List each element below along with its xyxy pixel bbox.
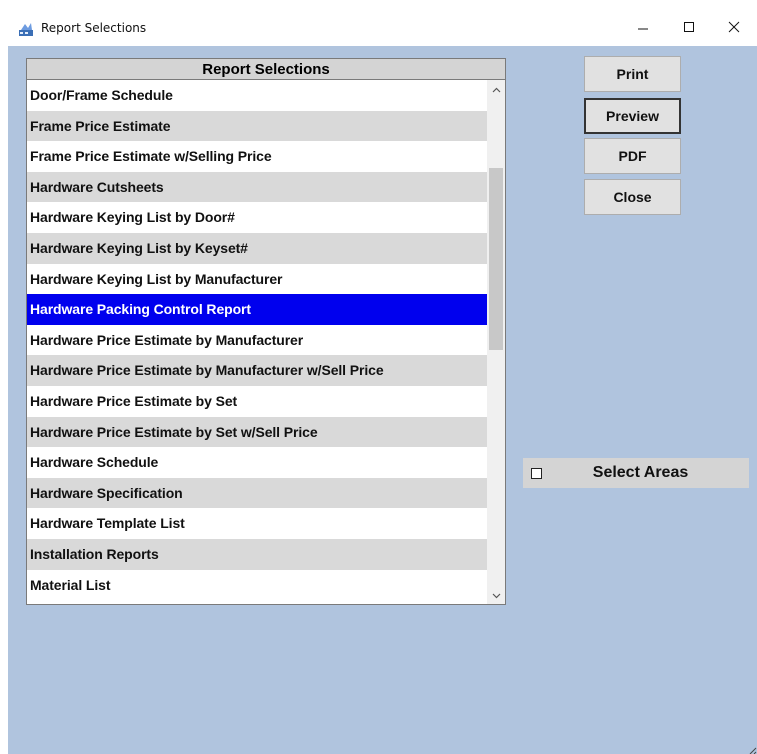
print-button[interactable]: Print	[584, 56, 681, 92]
list-item[interactable]: Hardware Price Estimate by Set w/Sell Pr…	[27, 416, 487, 448]
title-bar[interactable]: Report Selections	[0, 0, 757, 46]
select-areas-option[interactable]: Select Areas	[523, 458, 749, 488]
minimize-button[interactable]	[620, 8, 666, 46]
close-window-button[interactable]	[711, 8, 757, 46]
chevron-up-icon	[492, 80, 501, 98]
report-listbox[interactable]: Report Selections Door/Frame Schedule Fra…	[26, 58, 506, 605]
minimize-icon	[637, 21, 649, 33]
window-title: Report Selections	[41, 21, 147, 35]
list-item[interactable]: Hardware Packing Control Report	[27, 294, 487, 325]
maximize-button[interactable]	[666, 8, 712, 46]
list-item[interactable]: Material List	[27, 569, 487, 601]
list-item[interactable]: Hardware Schedule	[27, 447, 487, 478]
scroll-down-button[interactable]	[487, 586, 505, 604]
list-item[interactable]: Hardware Specification	[27, 477, 487, 509]
select-areas-label: Select Areas	[592, 464, 689, 481]
list-item[interactable]: Hardware Keying List by Keyset#	[27, 232, 487, 264]
list-item[interactable]: Hardware Keying List by Manufacturer	[27, 263, 487, 295]
vertical-scrollbar[interactable]	[487, 80, 505, 604]
pdf-button[interactable]: PDF	[584, 138, 681, 174]
list-item[interactable]: Installation Reports	[27, 538, 487, 570]
dialog-client-area: Report Selections Door/Frame Schedule Fra…	[8, 46, 757, 754]
list-item[interactable]: Hardware Keying List by Door#	[27, 202, 487, 233]
close-button[interactable]: Close	[584, 179, 681, 215]
preview-button[interactable]: Preview	[584, 98, 681, 134]
list-item[interactable]: Frame Price Estimate	[27, 110, 487, 142]
list-item[interactable]: Hardware Price Estimate by Manufacturer	[27, 324, 487, 356]
select-areas-checkbox[interactable]	[531, 467, 542, 479]
list-header: Report Selections	[27, 59, 505, 80]
report-app-icon	[18, 21, 34, 37]
resize-grip-icon[interactable]	[745, 742, 757, 754]
list-item[interactable]: Door/Frame Schedule	[27, 80, 487, 111]
list-item[interactable]: Frame Price Estimate w/Selling Price	[27, 141, 487, 172]
list-item[interactable]: Hardware Price Estimate by Manufacturer …	[27, 355, 487, 386]
close-icon	[728, 21, 740, 33]
scroll-thumb[interactable]	[489, 168, 503, 350]
list-item[interactable]: Hardware Template List	[27, 508, 487, 539]
list-item[interactable]: Hardware Price Estimate by Set	[27, 385, 487, 417]
chevron-down-icon	[492, 586, 501, 604]
maximize-icon	[683, 21, 695, 33]
list-item[interactable]: Hardware Cutsheets	[27, 171, 487, 203]
report-list-rows: Door/Frame Schedule Frame Price Estimate F…	[27, 80, 487, 601]
scroll-up-button[interactable]	[487, 80, 505, 98]
